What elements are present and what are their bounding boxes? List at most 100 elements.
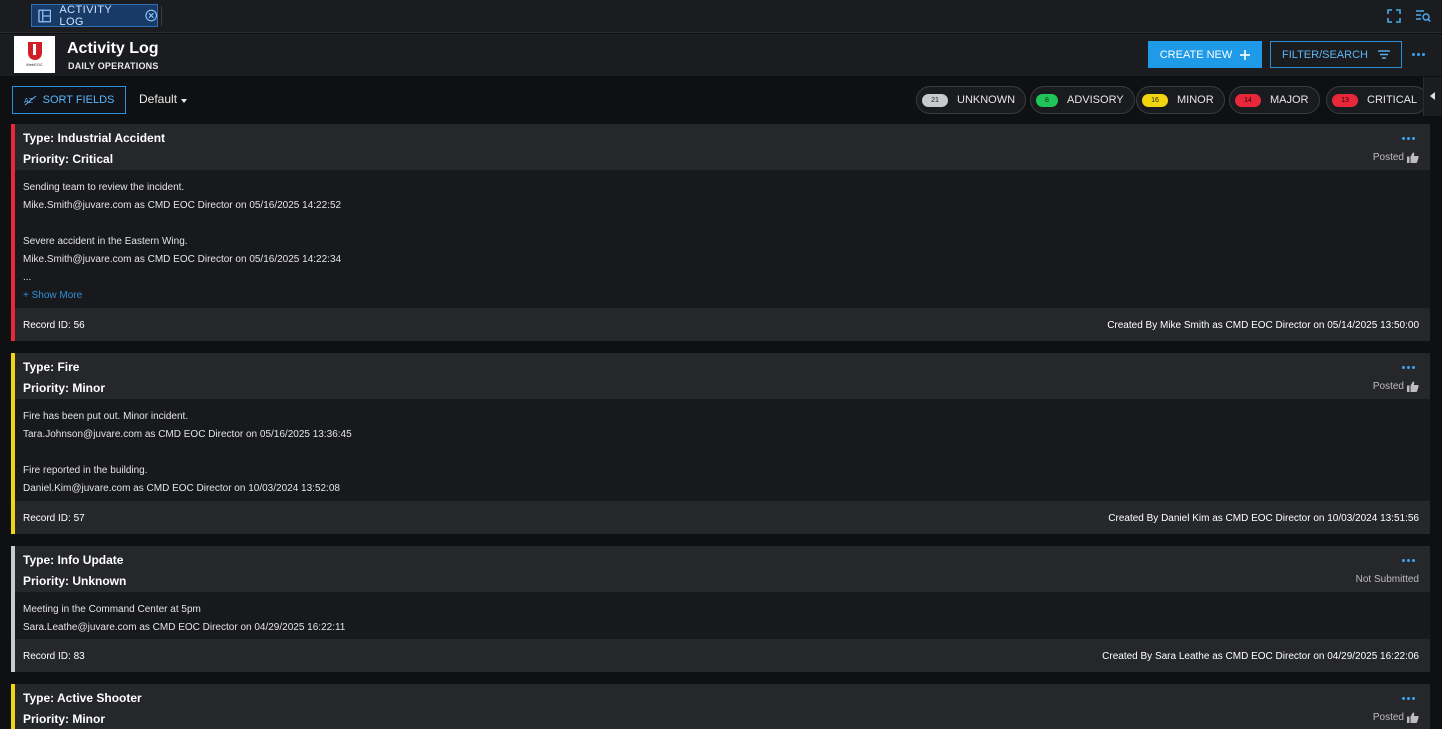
record-id: Record ID: 57	[23, 513, 85, 524]
filter-icon	[1377, 50, 1390, 59]
chip-count: 13	[1332, 93, 1358, 107]
entry-meta: Sara.Leathe@juvare.com as CMD EOC Direct…	[23, 622, 346, 633]
card-more-icon[interactable]	[1402, 366, 1415, 369]
entry-meta: Tara.Johnson@juvare.com as CMD EOC Direc…	[23, 429, 352, 440]
search-list-icon[interactable]	[1415, 8, 1431, 24]
card-status: Not Submitted	[1356, 574, 1419, 585]
tab-divider	[161, 6, 162, 26]
card-status: Posted	[1373, 152, 1419, 163]
entry-text: Meeting in the Command Center at 5pm	[23, 604, 201, 615]
card-status-label: Posted	[1372, 712, 1404, 723]
chip-label: CRITICAL	[1367, 94, 1418, 106]
close-tab-icon[interactable]	[144, 9, 157, 22]
webeoc-logo: WebEOC	[14, 36, 55, 73]
created-by: Created By Daniel Kim as CMD EOC Directo…	[1108, 513, 1419, 524]
activity-card: Type: Active Shooter Priority: Minor Pos…	[11, 684, 1430, 729]
entry-list: Fire has been put out. Minor incident. T…	[23, 408, 1418, 498]
entry-ellipsis: ...	[23, 272, 32, 283]
view-select-value: Default	[139, 92, 178, 106]
entry-list: Sending team to review the incident. Mik…	[23, 179, 1418, 305]
chip-count: 16	[1142, 93, 1168, 107]
page-title: Activity Log	[67, 40, 159, 57]
filter-chip-major[interactable]: 14 MAJOR	[1229, 86, 1320, 114]
caret-down-icon	[181, 98, 188, 103]
board-header: WebEOC Activity Log DAILY OPERATIONS CRE…	[0, 34, 1442, 76]
plus-icon	[1240, 49, 1251, 60]
chip-count: 21	[922, 93, 948, 107]
entry-text: Sending team to review the incident.	[23, 182, 185, 193]
card-status: Posted	[1373, 381, 1419, 392]
card-priority: Priority: Minor	[23, 712, 106, 726]
sort-fields-button[interactable]: AZ SORT FIELDS	[12, 86, 126, 114]
filter-chip-minor[interactable]: 16 MINOR	[1136, 86, 1225, 114]
filter-search-label: FILTER/SEARCH	[1282, 48, 1368, 61]
activity-card: Type: Fire Priority: Minor Posted Fire h…	[11, 353, 1430, 534]
show-more-link[interactable]: + Show More	[23, 287, 1418, 305]
created-by: Created By Mike Smith as CMD EOC Directo…	[1107, 320, 1419, 331]
chip-label: UNKNOWN	[957, 94, 1016, 106]
create-new-label: CREATE NEW	[1159, 48, 1233, 61]
entry-list: Meeting in the Command Center at 5pm Sar…	[23, 601, 1418, 637]
entry-text: Severe accident in the Eastern Wing.	[23, 236, 188, 247]
card-header: Type: Fire Priority: Minor Posted	[15, 353, 1430, 399]
card-type: Type: Info Update	[23, 553, 124, 567]
chip-label: MINOR	[1177, 94, 1214, 106]
card-header: Type: Info Update Priority: Unknown Not …	[15, 546, 1430, 592]
record-id: Record ID: 83	[23, 651, 85, 662]
entry-meta: Mike.Smith@juvare.com as CMD EOC Directo…	[23, 254, 342, 265]
thumbs-up-icon	[1407, 152, 1419, 163]
layout-icon	[38, 9, 52, 22]
filter-chip-advisory[interactable]: 8 ADVISORY	[1030, 86, 1135, 114]
tab-activity-log[interactable]: ACTIVITY LOG	[31, 3, 158, 28]
card-type: Type: Fire	[23, 360, 80, 374]
toolbar: AZ SORT FIELDS Default 21 UNKNOWN 8 ADVI…	[0, 77, 1442, 121]
chip-label: ADVISORY	[1067, 94, 1124, 106]
log-entry: Meeting in the Command Center at 5pm Sar…	[23, 601, 1418, 637]
log-entry: Sending team to review the incident. Mik…	[23, 179, 1418, 215]
card-footer: Record ID: 57 Created By Daniel Kim as C…	[15, 501, 1430, 534]
activity-card: Type: Industrial Accident Priority: Crit…	[11, 124, 1430, 341]
log-entry: Fire has been put out. Minor incident. T…	[23, 408, 1418, 444]
log-entry: Fire reported in the building. Daniel.Ki…	[23, 462, 1418, 498]
card-footer: Record ID: 56 Created By Mike Smith as C…	[15, 308, 1430, 341]
card-status: Posted	[1373, 712, 1419, 723]
side-panel-toggle[interactable]	[1423, 77, 1442, 116]
thumbs-up-icon	[1407, 381, 1419, 392]
top-tab-bar: ACTIVITY LOG	[0, 0, 1442, 33]
fullscreen-icon[interactable]	[1386, 8, 1402, 24]
entry-meta: Daniel.Kim@juvare.com as CMD EOC Directo…	[23, 483, 340, 494]
card-more-icon[interactable]	[1402, 137, 1415, 140]
card-more-icon[interactable]	[1402, 697, 1415, 700]
log-entry: Severe accident in the Eastern Wing. Mik…	[23, 233, 1418, 269]
filter-search-button[interactable]: FILTER/SEARCH	[1270, 41, 1402, 68]
chip-count: 14	[1235, 93, 1261, 107]
create-new-button[interactable]: CREATE NEW	[1148, 41, 1262, 68]
card-header: Type: Active Shooter Priority: Minor Pos…	[15, 684, 1430, 729]
card-status-label: Posted	[1372, 381, 1404, 392]
record-id: Record ID: 56	[23, 320, 85, 331]
card-header: Type: Industrial Accident Priority: Crit…	[15, 124, 1430, 170]
card-priority: Priority: Unknown	[23, 574, 127, 588]
card-status-label: Posted	[1372, 152, 1404, 163]
tab-label: ACTIVITY LOG	[59, 3, 112, 28]
card-status-label: Not Submitted	[1355, 574, 1419, 585]
filter-chip-unknown[interactable]: 21 UNKNOWN	[916, 86, 1027, 114]
logo-shield-icon	[27, 42, 42, 60]
chip-count: 8	[1036, 93, 1058, 107]
chip-label: MAJOR	[1270, 94, 1309, 106]
page-subtitle: DAILY OPERATIONS	[68, 61, 159, 71]
sort-az-icon: AZ	[24, 95, 36, 105]
header-more-icon[interactable]	[1412, 53, 1425, 56]
filter-chip-critical[interactable]: 13 CRITICAL	[1326, 86, 1429, 114]
view-select[interactable]: Default	[139, 92, 188, 106]
card-type: Type: Active Shooter	[23, 691, 142, 705]
thumbs-up-icon	[1407, 712, 1419, 723]
card-priority: Priority: Critical	[23, 152, 114, 166]
card-priority: Priority: Minor	[23, 381, 106, 395]
entry-text: Fire has been put out. Minor incident.	[23, 411, 189, 422]
sort-fields-label: SORT FIELDS	[42, 94, 115, 106]
card-more-icon[interactable]	[1402, 559, 1415, 562]
created-by: Created By Sara Leathe as CMD EOC Direct…	[1102, 651, 1419, 662]
logo-text: WebEOC	[26, 62, 43, 67]
entry-text: Fire reported in the building.	[23, 465, 148, 476]
